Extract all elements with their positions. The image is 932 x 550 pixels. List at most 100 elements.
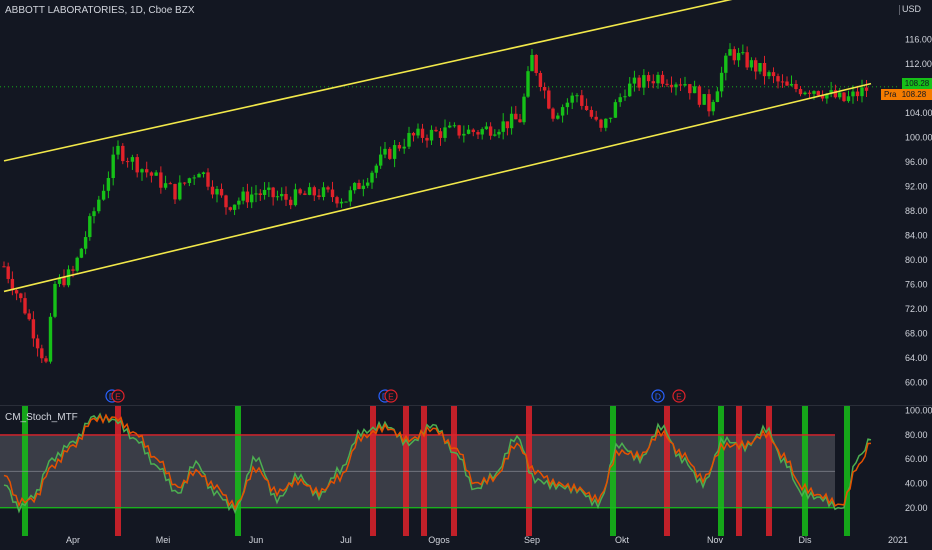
- candle-body-175: [789, 83, 794, 86]
- candle-body-153: [692, 86, 697, 94]
- candle-body-139: [628, 83, 632, 97]
- candle-body-127: [570, 95, 574, 103]
- candle-body-7: [31, 319, 36, 339]
- candle-body-6: [27, 313, 31, 320]
- candle-body-135: [608, 117, 613, 119]
- candle-body-29: [130, 157, 135, 162]
- candle-body-189: [851, 91, 855, 97]
- stoch-y-tick-1: 40.00: [905, 479, 928, 489]
- candle-body-92: [416, 128, 420, 136]
- candle-body-132: [594, 116, 598, 120]
- candle-body-173: [780, 81, 785, 83]
- candle-body-4: [19, 293, 23, 299]
- earnings-badge-5[interactable]: E: [672, 389, 686, 403]
- x-tick-label-9: 2021: [888, 535, 908, 545]
- x-tick-label-1: Mei: [156, 535, 171, 545]
- candle-body-72: [326, 187, 330, 190]
- candle-body-60: [271, 187, 275, 198]
- candle-body-1: [6, 266, 10, 279]
- currency-label[interactable]: USD: [902, 4, 921, 14]
- x-tick-label-3: Jul: [340, 535, 352, 545]
- candle-body-47: [215, 188, 219, 195]
- candle-body-114: [514, 113, 518, 120]
- candle-body-156: [707, 94, 711, 112]
- candle-body-152: [688, 84, 692, 94]
- candle-body-5: [23, 298, 27, 314]
- candle-body-123: [551, 108, 555, 119]
- candle-body-131: [589, 110, 594, 117]
- dividend-badge-4[interactable]: D: [651, 389, 665, 403]
- candle-body-90: [407, 132, 411, 147]
- candle-body-186: [838, 92, 842, 98]
- candle-body-67: [303, 193, 307, 195]
- candle-body-84: [378, 154, 383, 166]
- price-y-tick-1: 64.00: [905, 353, 928, 363]
- candle-body-181: [816, 91, 820, 96]
- candle-body-157: [711, 101, 715, 112]
- candle-body-192: [864, 87, 869, 91]
- candle-body-11: [48, 316, 53, 362]
- candle-body-8: [35, 338, 40, 349]
- candle-body-164: [741, 52, 745, 54]
- candle-body-49: [224, 195, 228, 208]
- candle-body-54: [245, 191, 250, 203]
- price-y-tick-5: 80.00: [905, 255, 928, 265]
- candle-body-9: [40, 348, 44, 359]
- candle-body-81: [365, 182, 370, 186]
- price-y-tick-13: 112.00: [905, 59, 932, 69]
- candle-body-160: [724, 55, 728, 73]
- candle-body-109: [493, 134, 497, 136]
- candle-body-12: [53, 283, 57, 317]
- candle-body-40: [182, 182, 187, 184]
- pra-label: Pra: [884, 90, 897, 99]
- candle-body-170: [767, 72, 771, 77]
- candle-body-154: [697, 86, 702, 105]
- candle-body-155: [702, 94, 706, 105]
- candle-body-119: [534, 55, 538, 73]
- x-tick-label-0: Apr: [66, 535, 80, 545]
- candle-body-79: [357, 182, 361, 189]
- stoch-y-tick-0: 20.00: [905, 503, 928, 513]
- candle-body-75: [339, 201, 344, 204]
- earnings-badge-3[interactable]: E: [384, 389, 398, 403]
- event-label-5: E: [676, 392, 682, 402]
- candle-body-110: [497, 131, 501, 135]
- candle-body-147: [665, 83, 669, 85]
- candle-body-27: [121, 145, 125, 162]
- candle-body-149: [674, 84, 678, 88]
- candle-body-188: [846, 96, 851, 102]
- candle-body-99: [448, 125, 452, 128]
- earnings-badge-1[interactable]: E: [111, 389, 125, 403]
- x-tick-label-5: Sep: [524, 535, 540, 545]
- price-y-tick-0: 60.00: [905, 378, 928, 388]
- candle-body-165: [745, 52, 749, 68]
- candle-body-143: [646, 75, 651, 82]
- x-tick-label-2: Jun: [249, 535, 264, 545]
- candle-body-120: [538, 72, 543, 88]
- candle-body-46: [210, 186, 215, 195]
- candle-body-158: [715, 91, 720, 102]
- candle-body-23: [101, 190, 106, 200]
- candle-body-138: [623, 96, 627, 98]
- pra-price: 108.28: [901, 90, 927, 99]
- candle-body-43: [197, 174, 201, 178]
- candle-body-17: [75, 257, 79, 271]
- candle-body-32: [145, 169, 149, 173]
- price-y-tick-4: 76.00: [905, 280, 928, 290]
- candle-body-44: [201, 172, 206, 175]
- candle-body-91: [411, 132, 416, 136]
- candle-body-161: [728, 49, 732, 56]
- candle-body-82: [370, 172, 374, 183]
- candle-body-77: [348, 190, 353, 202]
- candle-body-179: [807, 92, 812, 94]
- candle-body-108: [488, 126, 493, 136]
- price-y-tick-2: 68.00: [905, 329, 928, 339]
- candle-body-52: [237, 200, 241, 205]
- stoch-signal-bar-14: [844, 406, 850, 536]
- candle-body-159: [719, 72, 724, 92]
- candle-body-87: [392, 145, 397, 159]
- candle-body-36: [163, 183, 168, 188]
- candle-body-76: [344, 201, 348, 203]
- event-label-4: D: [655, 392, 661, 402]
- trading-chart[interactable]: 20.00 40.00 60.00 80.00 100.00 60.00 64.00 68.0…: [0, 0, 932, 550]
